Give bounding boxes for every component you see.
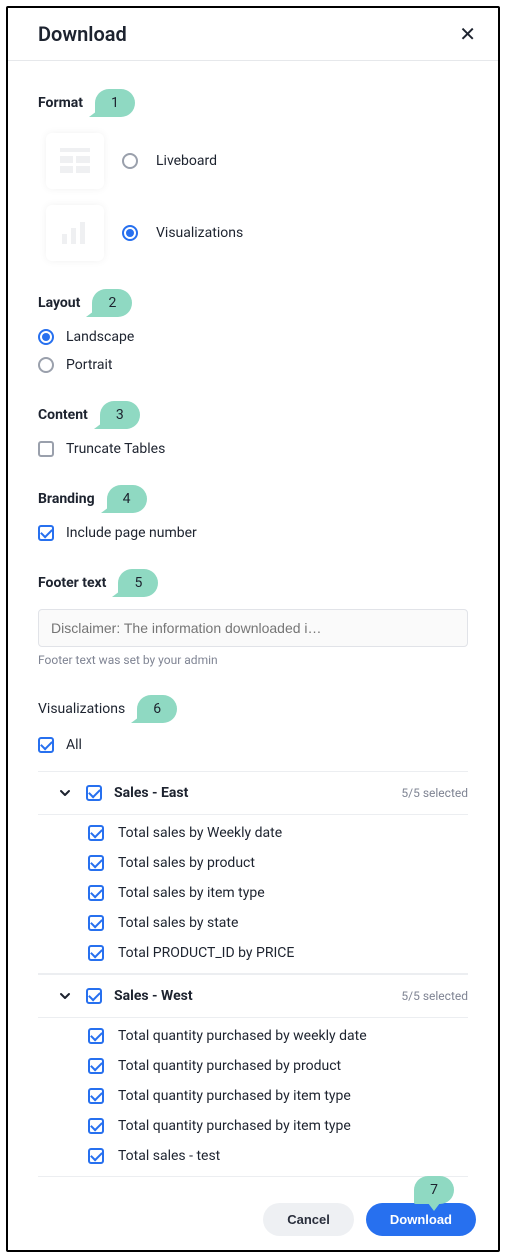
group-count-west: 5/5 selected <box>401 989 468 1003</box>
radio-visualizations[interactable] <box>122 225 138 241</box>
radio-landscape[interactable] <box>38 329 54 345</box>
checkbox-all[interactable] <box>38 737 54 753</box>
viz-group-sales-west[interactable]: Sales - West 5/5 selected <box>38 974 468 1018</box>
modal-footer: 7 Cancel Download <box>8 1189 498 1250</box>
callout-1: 1 <box>95 89 135 117</box>
callout-3: 3 <box>100 401 140 429</box>
item-label: Total sales by state <box>118 915 238 931</box>
checkbox-group-west[interactable] <box>86 988 102 1004</box>
item-label: Total sales - test <box>118 1148 220 1164</box>
item-label: Total sales by item type <box>118 885 265 901</box>
item-label: Total quantity purchased by weekly date <box>118 1028 367 1044</box>
list-item[interactable]: Total sales by item type <box>88 885 468 901</box>
item-label: Total quantity purchased by product <box>118 1058 341 1074</box>
cancel-button[interactable]: Cancel <box>263 1203 354 1236</box>
list-item[interactable]: Total sales - test <box>88 1148 468 1164</box>
modal-title: Download <box>38 22 127 46</box>
callout-5: 5 <box>118 569 158 597</box>
item-label: Total quantity purchased by item type <box>118 1088 351 1104</box>
radio-visualizations-label: Visualizations <box>156 225 243 241</box>
checkbox-item[interactable] <box>88 945 104 961</box>
viz-tree: Sales - East 5/5 selected Total sales by… <box>38 771 468 1177</box>
checkbox-item[interactable] <box>88 1028 104 1044</box>
footer-text-label: Footer text <box>38 575 106 591</box>
checkbox-include-page-number[interactable] <box>38 525 54 541</box>
radio-landscape-label: Landscape <box>66 329 134 345</box>
footer-text-hint: Footer text was set by your admin <box>38 653 468 667</box>
callout-6: 6 <box>137 695 177 723</box>
footer-text-input[interactable] <box>38 609 468 647</box>
close-icon[interactable]: ✕ <box>459 22 476 46</box>
checkbox-group-east[interactable] <box>86 785 102 801</box>
checkbox-truncate-tables[interactable] <box>38 441 54 457</box>
radio-liveboard[interactable] <box>122 153 138 169</box>
radio-portrait[interactable] <box>38 357 54 373</box>
all-label: All <box>66 737 82 753</box>
list-item[interactable]: Total sales by product <box>88 855 468 871</box>
checkbox-item[interactable] <box>88 885 104 901</box>
truncate-label: Truncate Tables <box>66 441 165 457</box>
list-item[interactable]: Total quantity purchased by weekly date <box>88 1028 468 1044</box>
download-button[interactable]: Download <box>366 1203 476 1236</box>
radio-liveboard-label: Liveboard <box>156 153 217 169</box>
radio-portrait-label: Portrait <box>66 357 112 373</box>
checkbox-item[interactable] <box>88 1088 104 1104</box>
callout-4: 4 <box>107 485 147 513</box>
checkbox-item[interactable] <box>88 855 104 871</box>
branding-label: Branding <box>38 491 95 507</box>
format-label: Format <box>38 95 83 111</box>
viz-group-sales-east[interactable]: Sales - East 5/5 selected <box>38 771 468 815</box>
callout-7: 7 <box>414 1176 454 1204</box>
chevron-down-icon[interactable] <box>56 784 74 802</box>
item-label: Total sales by Weekly date <box>118 825 282 841</box>
pagenum-label: Include page number <box>66 525 197 541</box>
list-item[interactable]: Total sales by Weekly date <box>88 825 468 841</box>
download-modal: Download ✕ Format 1 Liveboard Visualizat… <box>6 6 500 1252</box>
list-item[interactable]: Total quantity purchased by item type <box>88 1118 468 1134</box>
checkbox-item[interactable] <box>88 1058 104 1074</box>
group-count-east: 5/5 selected <box>401 786 468 800</box>
liveboard-icon <box>46 133 104 189</box>
modal-header: Download ✕ <box>8 8 498 61</box>
visualizations-label: Visualizations <box>38 701 125 717</box>
list-item[interactable]: Total PRODUCT_ID by PRICE <box>88 945 468 961</box>
list-item[interactable]: Total quantity purchased by product <box>88 1058 468 1074</box>
callout-2: 2 <box>92 289 132 317</box>
group-name-east: Sales - East <box>114 785 188 801</box>
item-label: Total PRODUCT_ID by PRICE <box>118 945 294 961</box>
content-label: Content <box>38 407 88 423</box>
group-name-west: Sales - West <box>114 988 193 1004</box>
layout-label: Layout <box>38 295 80 311</box>
checkbox-item[interactable] <box>88 1118 104 1134</box>
visualization-icon <box>46 205 104 261</box>
checkbox-item[interactable] <box>88 1148 104 1164</box>
list-item[interactable]: Total quantity purchased by item type <box>88 1088 468 1104</box>
checkbox-item[interactable] <box>88 825 104 841</box>
list-item[interactable]: Total sales by state <box>88 915 468 931</box>
item-label: Total quantity purchased by item type <box>118 1118 351 1134</box>
item-label: Total sales by product <box>118 855 255 871</box>
chevron-down-icon[interactable] <box>56 987 74 1005</box>
checkbox-item[interactable] <box>88 915 104 931</box>
